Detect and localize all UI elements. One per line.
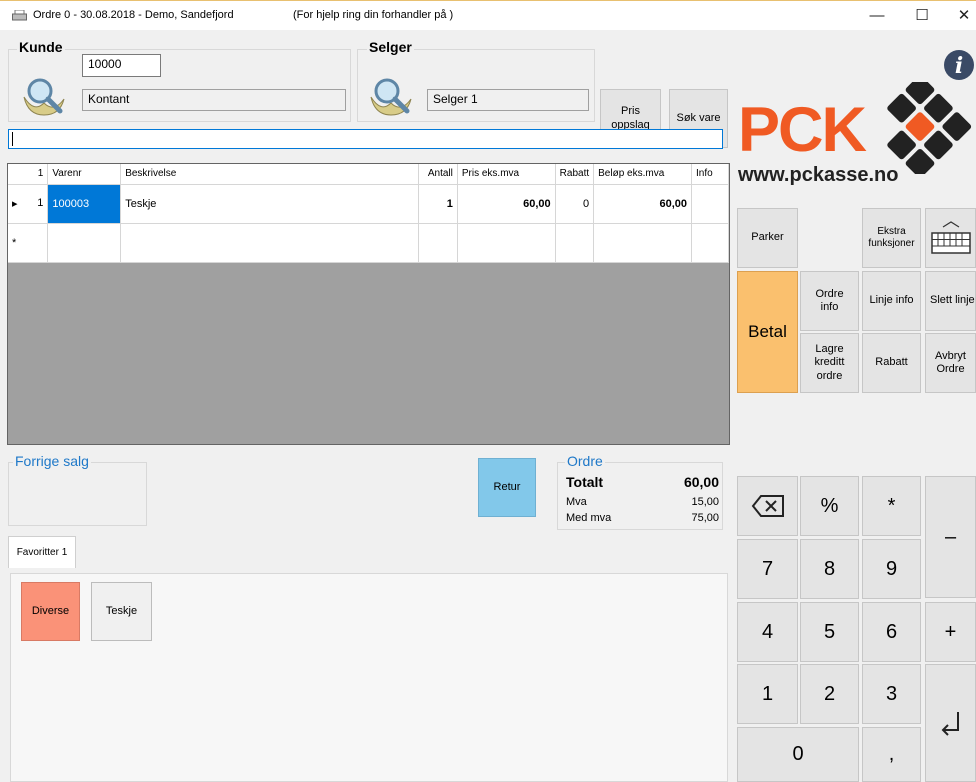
new-cell-description[interactable] bbox=[120, 223, 419, 263]
backspace-icon bbox=[751, 495, 784, 517]
text-caret bbox=[12, 132, 13, 146]
cancel-order-button[interactable]: Avbryt Ordre bbox=[925, 333, 976, 393]
new-row-marker: * bbox=[8, 223, 49, 263]
key-1[interactable]: 1 bbox=[737, 664, 798, 724]
window-titlebar: Ordre 0 - 30.08.2018 - Demo, Sandefjord … bbox=[0, 0, 976, 30]
previous-sale-group bbox=[8, 462, 147, 526]
favorites-panel: Diverse Teskje bbox=[10, 573, 728, 782]
order-summary-group: Totalt 60,00 Mva 15,00 Med mva 75,00 bbox=[557, 462, 723, 530]
favorite-item-teskje[interactable]: Teskje bbox=[91, 582, 152, 641]
cell-price[interactable]: 60,00 bbox=[457, 184, 556, 224]
park-button[interactable]: Parker bbox=[737, 208, 798, 268]
column-header-info[interactable]: Info bbox=[691, 164, 729, 185]
key-2[interactable]: 2 bbox=[800, 664, 859, 724]
order-summary-label: Ordre bbox=[565, 453, 605, 469]
cell-discount[interactable]: 0 bbox=[555, 184, 595, 224]
order-info-button[interactable]: Ordre info bbox=[800, 271, 859, 331]
info-glyph: i bbox=[955, 53, 963, 79]
delete-line-button[interactable]: Slett linje bbox=[925, 271, 976, 331]
new-cell-info[interactable] bbox=[691, 223, 729, 263]
cell-info[interactable] bbox=[691, 184, 729, 224]
order-lines-table: 1 Varenr Beskrivelse Antall Pris eks.mva… bbox=[8, 164, 729, 263]
key-8[interactable]: 8 bbox=[800, 539, 859, 599]
column-header-description[interactable]: Beskrivelse bbox=[120, 164, 419, 185]
enter-key[interactable] bbox=[925, 664, 976, 782]
customer-heading: Kunde bbox=[17, 39, 65, 55]
previous-sale-label: Forrige salg bbox=[13, 453, 91, 469]
grid-header-row: 1 Varenr Beskrivelse Antall Pris eks.mva… bbox=[8, 164, 729, 185]
favorite-item-diverse[interactable]: Diverse bbox=[21, 582, 80, 641]
plus-key[interactable]: + bbox=[925, 602, 976, 662]
close-button[interactable]: ✕ bbox=[949, 5, 976, 27]
key-6[interactable]: 6 bbox=[862, 602, 921, 662]
incl-vat-value: 75,00 bbox=[691, 512, 719, 524]
cell-amount[interactable]: 60,00 bbox=[593, 184, 693, 224]
pay-button[interactable]: Betal bbox=[737, 271, 798, 393]
column-header-discount[interactable]: Rabatt bbox=[555, 164, 595, 185]
column-header-amount[interactable]: Beløp eks.mva bbox=[593, 164, 693, 185]
order-lines-grid: 1 Varenr Beskrivelse Antall Pris eks.mva… bbox=[7, 163, 730, 445]
row-index: 1 bbox=[37, 197, 44, 209]
seller-heading: Selger bbox=[367, 39, 414, 55]
table-row[interactable]: ▸ 1 100003 Teskje 1 60,00 0 60,00 bbox=[8, 184, 729, 224]
line-info-button[interactable]: Linje info bbox=[862, 271, 921, 331]
row-pointer-icon: ▸ bbox=[12, 198, 18, 210]
new-cell-price[interactable] bbox=[457, 223, 556, 263]
seller-name-field: Selger 1 bbox=[427, 89, 589, 111]
cell-quantity[interactable]: 1 bbox=[418, 184, 458, 224]
save-credit-order-button[interactable]: Lagre kreditt ordre bbox=[800, 333, 859, 393]
customer-name-field: Kontant bbox=[82, 89, 346, 111]
key-4[interactable]: 4 bbox=[737, 602, 798, 662]
window-title: Ordre 0 - 30.08.2018 - Demo, Sandefjord bbox=[33, 9, 234, 21]
key-0[interactable]: 0 bbox=[737, 727, 859, 782]
total-label: Totalt bbox=[566, 474, 604, 490]
logo-diamond-icon bbox=[887, 82, 972, 174]
multiply-key[interactable]: * bbox=[862, 476, 921, 536]
total-value: 60,00 bbox=[683, 474, 719, 490]
vat-label: Mva bbox=[566, 496, 587, 508]
discount-button[interactable]: Rabatt bbox=[862, 333, 921, 393]
incl-vat-label: Med mva bbox=[566, 512, 612, 524]
keyboard-icon bbox=[930, 221, 971, 254]
cell-item-no[interactable]: 100003 bbox=[47, 184, 122, 224]
item-search-input[interactable] bbox=[8, 129, 723, 149]
maximize-button[interactable]: ☐ bbox=[907, 5, 937, 27]
row-indicator-cell: ▸ 1 bbox=[8, 184, 49, 224]
return-button[interactable]: Retur bbox=[478, 458, 536, 517]
minus-key[interactable]: – bbox=[925, 476, 976, 598]
logo-url[interactable]: www.pckasse.no bbox=[738, 164, 898, 187]
logo-wordmark: PCK bbox=[738, 95, 867, 165]
column-header-quantity[interactable]: Antall bbox=[418, 164, 458, 185]
vat-value: 15,00 bbox=[691, 496, 719, 508]
column-header-item-no[interactable]: Varenr bbox=[47, 164, 122, 185]
help-text: (For hjelp ring din forhandler på ) bbox=[293, 9, 454, 21]
enter-icon bbox=[941, 712, 959, 736]
new-cell-discount[interactable] bbox=[555, 223, 595, 263]
info-icon[interactable]: i bbox=[943, 49, 975, 81]
new-cell-amount[interactable] bbox=[593, 223, 693, 263]
cell-description[interactable]: Teskje bbox=[120, 184, 419, 224]
percent-key[interactable]: % bbox=[800, 476, 859, 536]
keyboard-button[interactable] bbox=[925, 208, 976, 268]
extra-functions-button[interactable]: Ekstra funksjoner bbox=[862, 208, 921, 268]
column-header-price[interactable]: Pris eks.mva bbox=[457, 164, 556, 185]
new-cell-quantity[interactable] bbox=[418, 223, 458, 263]
new-cell-item-no[interactable] bbox=[47, 223, 122, 263]
seller-search-icon[interactable] bbox=[367, 75, 415, 119]
row-header-cell: 1 bbox=[8, 164, 49, 185]
customer-search-icon[interactable] bbox=[20, 75, 68, 119]
backspace-key[interactable] bbox=[737, 476, 798, 536]
key-5[interactable]: 5 bbox=[800, 602, 859, 662]
key-3[interactable]: 3 bbox=[862, 664, 921, 724]
customer-number-input[interactable]: 10000 bbox=[82, 54, 161, 77]
printer-icon bbox=[12, 10, 27, 21]
tab-favorites-1[interactable]: Favoritter 1 bbox=[8, 536, 76, 568]
minimize-button[interactable]: — bbox=[862, 5, 892, 27]
key-9[interactable]: 9 bbox=[862, 539, 921, 599]
new-row[interactable]: * bbox=[8, 223, 729, 263]
key-7[interactable]: 7 bbox=[737, 539, 798, 599]
comma-key[interactable]: , bbox=[862, 727, 921, 782]
